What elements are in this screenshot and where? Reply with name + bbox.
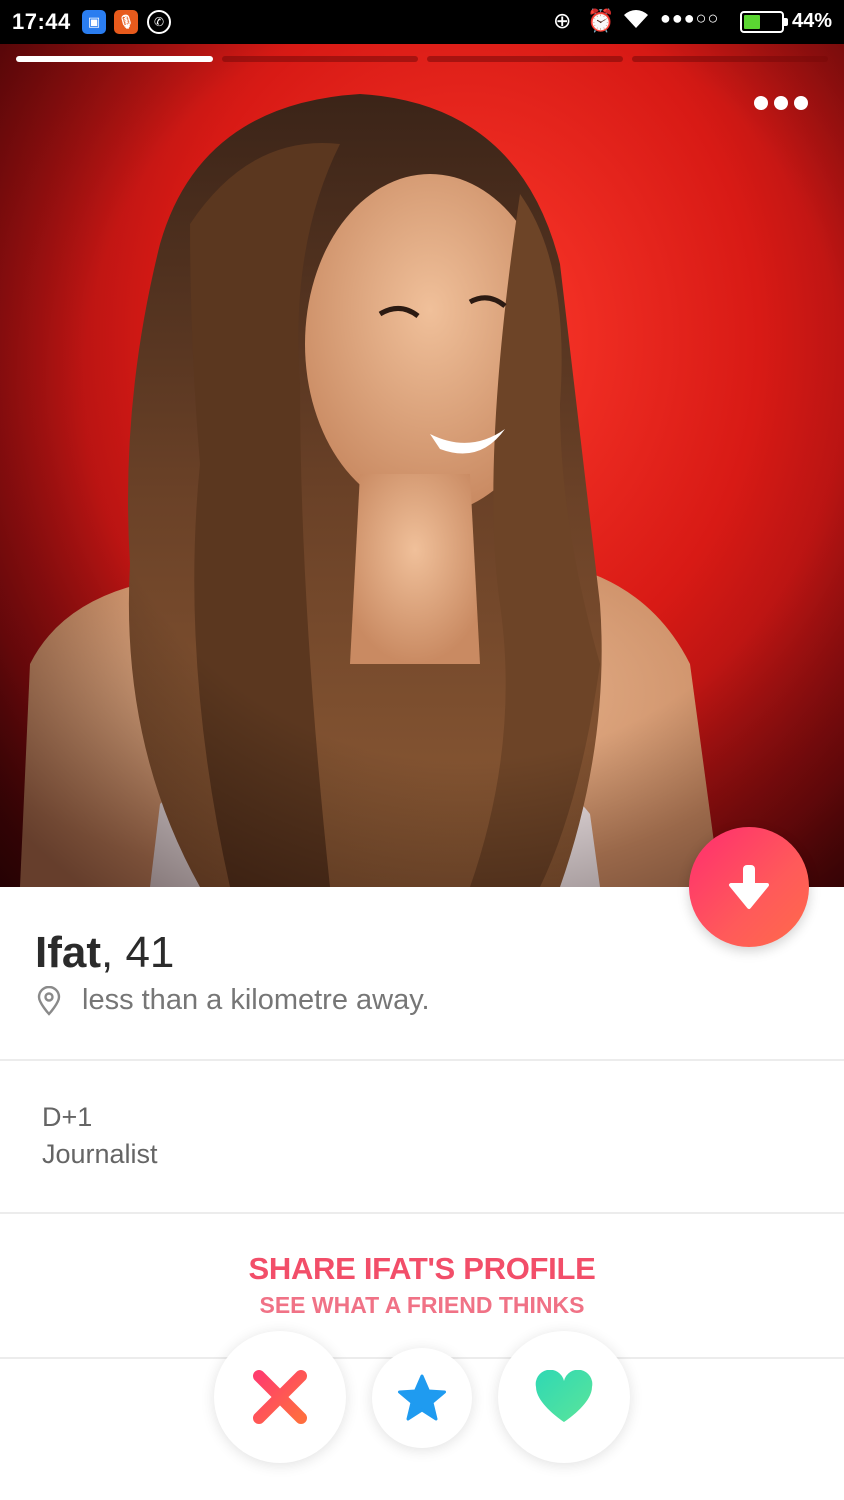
dot-icon <box>774 96 788 110</box>
arrow-down-icon <box>729 865 769 909</box>
photo-progress-segment <box>427 56 623 62</box>
alarm-icon: ⏰ <box>587 8 615 33</box>
photo-progress-segment-active <box>16 56 213 62</box>
divider <box>0 1059 844 1061</box>
battery-percent: 44% <box>792 10 833 32</box>
heart-icon <box>535 1370 593 1422</box>
star-icon <box>398 1374 446 1421</box>
profile-photo[interactable] <box>0 44 844 887</box>
profile-photo-illustration <box>0 44 844 887</box>
nope-button[interactable] <box>214 1331 346 1463</box>
name-separator: , <box>101 928 126 977</box>
status-time: 17:44 <box>12 9 71 34</box>
whatsapp-notification-icon: ✆ <box>147 10 171 34</box>
location-pin-icon <box>37 985 61 1016</box>
photo-progress-segment <box>222 56 418 62</box>
share-profile-subtitle[interactable]: SEE WHAT A FRIEND THINKS <box>0 1292 844 1319</box>
like-button[interactable] <box>498 1331 630 1463</box>
divider <box>0 1212 844 1214</box>
distance-text: less than a kilometre away. <box>82 984 430 1016</box>
dot-icon <box>754 96 768 110</box>
profile-company: D+1 <box>42 1102 93 1132</box>
share-profile-button[interactable]: SHARE IFAT'S PROFILE <box>0 1251 844 1287</box>
microphone-notification-icon: 🎙 <box>114 10 138 34</box>
profile-job-title: Journalist <box>42 1139 158 1169</box>
signal-icon: ●●●○○ <box>660 8 720 28</box>
profile-name-age: Ifat, 41 <box>35 928 174 978</box>
close-icon <box>253 1370 307 1424</box>
profile-distance: less than a kilometre away. <box>36 984 430 1017</box>
profile-name: Ifat <box>35 928 101 977</box>
dot-icon <box>794 96 808 110</box>
wifi-icon <box>623 8 649 36</box>
app-notification-icon: ▣ <box>82 10 106 34</box>
close-profile-button[interactable] <box>689 827 809 947</box>
super-like-button[interactable] <box>372 1348 472 1448</box>
profile-age: 41 <box>125 928 175 977</box>
battery-level <box>744 15 760 29</box>
photo-progress-segment <box>632 56 828 62</box>
more-options-button[interactable] <box>754 96 808 110</box>
rotation-lock-icon: ⊕ <box>553 8 572 33</box>
battery-icon <box>740 11 788 33</box>
status-bar: 17:44 ▣ 🎙 ✆ ⊕ ⏰ ●●●○○ 44% <box>0 0 844 44</box>
